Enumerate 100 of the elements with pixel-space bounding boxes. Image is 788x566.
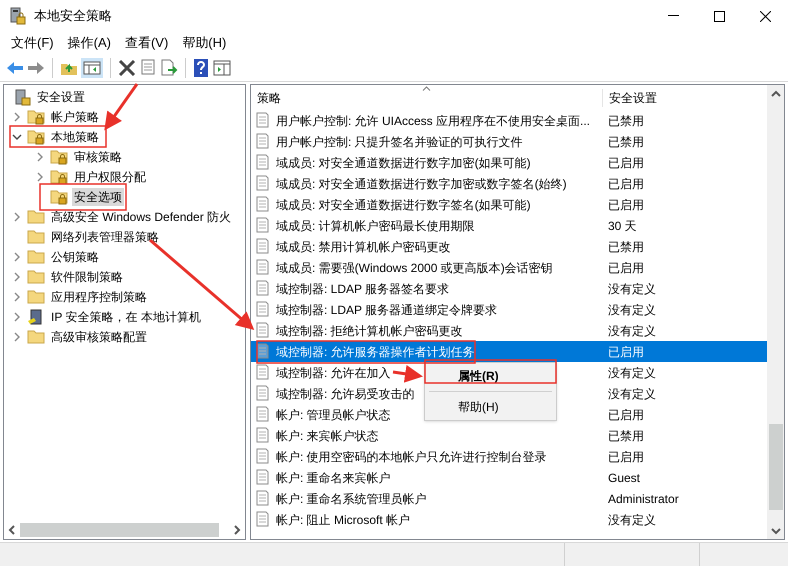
window-title: 本地安全策略 (34, 7, 112, 26)
setting-cell[interactable]: 已禁用 (602, 110, 644, 131)
annotation-arrow (392, 364, 423, 383)
menu-item[interactable]: 操作(A) (60, 33, 118, 53)
expand-chevron-icon[interactable] (12, 112, 22, 122)
setting-cell[interactable]: 已禁用 (602, 236, 644, 257)
setting-cell[interactable]: 已启用 (602, 152, 644, 173)
setting-cell[interactable]: Administrator (602, 488, 679, 509)
tree-item[interactable]: IP 安全策略，在 本地计算机 (49, 308, 203, 326)
collapse-chevron-icon[interactable] (12, 132, 22, 142)
policy-cell[interactable]: 用户帐户控制: 只提升签名并验证的可执行文件 (273, 131, 523, 152)
tree-item[interactable]: 公钥策略 (49, 248, 101, 266)
policy-cell[interactable]: 域成员: 需要强(Windows 2000 或更高版本)会话密钥 (273, 257, 553, 278)
setting-cell[interactable]: 没有定义 (602, 509, 656, 530)
setting-cell[interactable]: Guest (602, 467, 640, 488)
delete-icon[interactable] (118, 60, 136, 76)
horizontal-scrollbar-thumb[interactable] (20, 523, 219, 537)
tree-item[interactable]: 安全设置 (35, 88, 87, 106)
setting-cell[interactable]: 30 天 (602, 215, 637, 236)
context-menu-item[interactable]: 属性(R) (425, 365, 556, 387)
policy-cell[interactable]: 域成员: 对安全通道数据进行数字签名(如果可能) (273, 194, 531, 215)
policy-cell[interactable]: 帐户: 使用空密码的本地帐户只允许进行控制台登录 (273, 446, 547, 467)
scroll-up-icon[interactable] (770, 90, 780, 98)
policy-cell[interactable]: 域控制器: 拒绝计算机帐户密码更改 (273, 320, 463, 341)
setting-cell[interactable]: 已启用 (602, 257, 644, 278)
setting-cell[interactable]: 没有定义 (602, 320, 656, 341)
expand-chevron-icon[interactable] (35, 172, 45, 182)
setting-cell[interactable]: 已启用 (602, 194, 644, 215)
expand-chevron-icon[interactable] (12, 332, 22, 342)
tree-item[interactable]: 帐户策略 (49, 108, 101, 126)
setting-cell[interactable]: 已启用 (602, 341, 767, 362)
policy-cell[interactable]: 域控制器: 允许服务器操作者计划任务 (273, 341, 602, 362)
policy-cell[interactable]: 域控制器: LDAP 服务器签名要求 (273, 278, 450, 299)
tree-item[interactable]: 应用程序控制策略 (49, 288, 149, 306)
policy-cell[interactable]: 域成员: 计算机帐户密码最长使用期限 (273, 215, 475, 236)
policy-cell[interactable]: 域成员: 对安全通道数据进行数字加密(如果可能) (273, 152, 531, 173)
tree-item[interactable]: 软件限制策略 (49, 268, 125, 286)
setting-cell[interactable]: 已禁用 (602, 131, 644, 152)
scroll-right-icon[interactable] (233, 525, 241, 535)
setting-cell[interactable]: 没有定义 (602, 383, 656, 404)
security-settings-icon (15, 88, 31, 106)
policy-cell[interactable]: 域控制器: LDAP 服务器通道绑定令牌要求 (273, 299, 498, 320)
setting-cell[interactable]: 没有定义 (602, 278, 656, 299)
export-icon[interactable] (160, 58, 178, 76)
context-menu-item[interactable]: 帮助(H) (425, 396, 556, 418)
policy-cell[interactable]: 域控制器: 允许在加入 (273, 362, 391, 383)
close-icon (760, 10, 770, 22)
policy-cell[interactable]: 域控制器: 允许易受攻击的 (273, 383, 415, 404)
expand-chevron-icon[interactable] (12, 272, 22, 282)
tree-item[interactable]: 用户权限分配 (72, 168, 148, 186)
policy-cell[interactable]: 帐户: 管理员帐户状态 (273, 404, 391, 425)
policy-cell[interactable]: 帐户: 阻止 Microsoft 帐户 (273, 509, 410, 530)
setting-cell[interactable]: 没有定义 (602, 362, 656, 383)
help-icon[interactable] (193, 58, 209, 76)
setting-cell[interactable]: 已启用 (602, 446, 644, 467)
policy-cell[interactable]: 帐户: 重命名系统管理员帐户 (273, 488, 427, 509)
expand-chevron-icon[interactable] (12, 252, 22, 262)
setting-cell[interactable]: 已启用 (602, 173, 644, 194)
vertical-scrollbar-thumb[interactable] (768, 424, 782, 510)
policy-cell[interactable]: 用户帐户控制: 允许 UIAccess 应用程序在不使用安全桌面... (273, 110, 590, 131)
menu-item[interactable]: 帮助(H) (175, 33, 234, 53)
expand-chevron-icon[interactable] (12, 312, 22, 322)
policy-cell[interactable]: 域成员: 对安全通道数据进行数字加密或数字签名(始终) (273, 173, 567, 194)
tree-item[interactable]: 本地策略 (49, 128, 101, 146)
expand-chevron-icon[interactable] (12, 292, 22, 302)
maximize-icon (714, 10, 724, 22)
forward-arrow-icon[interactable] (27, 60, 45, 76)
menu-item[interactable]: 查看(V) (118, 33, 176, 53)
minimize-icon (668, 15, 678, 17)
folder-icon (27, 329, 45, 345)
policy-cell[interactable]: 域成员: 禁用计算机帐户密码更改 (273, 236, 451, 257)
locked-folder-icon (27, 109, 45, 125)
locked-folder-icon (50, 169, 68, 185)
tree-item[interactable]: 高级安全 Windows Defender 防火 (49, 208, 234, 226)
folder-icon (27, 249, 45, 265)
policy-cell[interactable]: 帐户: 来宾帐户状态 (273, 425, 379, 446)
expand-chevron-icon[interactable] (12, 212, 22, 222)
policy-cell[interactable]: 帐户: 重命名来宾帐户 (273, 467, 391, 488)
setting-cell[interactable]: 已禁用 (602, 425, 644, 446)
annotation-arrow (104, 83, 138, 130)
scroll-left-icon[interactable] (8, 525, 16, 535)
menu-item[interactable]: 文件(F) (4, 33, 61, 53)
column-header[interactable]: 策略 (251, 88, 602, 106)
setting-cell[interactable]: 没有定义 (602, 299, 656, 320)
tree-item[interactable]: 安全选项 (72, 188, 124, 206)
locked-folder-icon (27, 129, 45, 145)
tree-pane-icon[interactable] (81, 58, 103, 78)
setting-cell[interactable]: 已启用 (602, 404, 644, 425)
tree-item[interactable]: 审核策略 (72, 148, 124, 166)
locked-folder-icon (50, 189, 68, 205)
scroll-down-icon[interactable] (770, 527, 780, 535)
expand-chevron-icon[interactable] (35, 152, 45, 162)
properties-icon[interactable] (139, 58, 157, 76)
app-icon (10, 7, 26, 25)
folder-icon (27, 209, 45, 225)
tree-item[interactable]: 网络列表管理器策略 (49, 228, 161, 246)
tree-item[interactable]: 高级审核策略配置 (49, 328, 149, 346)
back-arrow-icon[interactable] (6, 60, 24, 76)
action-pane-icon[interactable] (212, 58, 232, 76)
folder-icon (27, 269, 45, 285)
